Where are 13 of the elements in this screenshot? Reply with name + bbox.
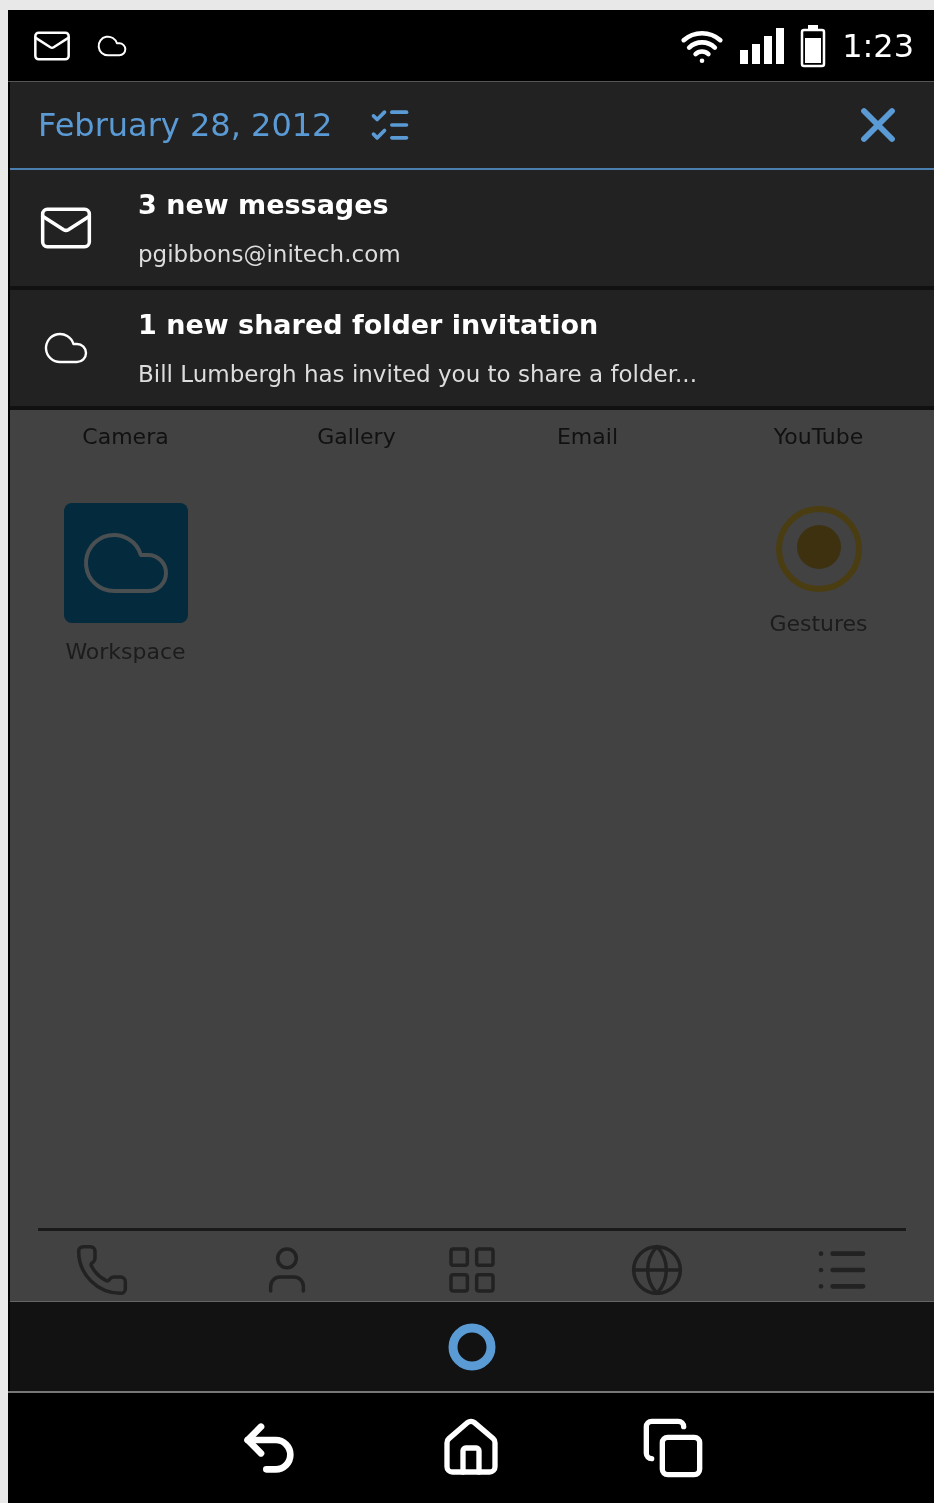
clock-time: 1:23 xyxy=(842,25,914,67)
notification-text: pgibbons@initech.com xyxy=(138,240,401,269)
ring-handle-icon[interactable] xyxy=(447,1321,497,1372)
notification-item[interactable]: 3 new messages pgibbons@initech.com xyxy=(10,170,934,290)
notification-item[interactable]: 1 new shared folder invitation Bill Lumbergh has invited you to share a folder... xyxy=(10,290,934,410)
notification-text: Bill Lumbergh has invited you to share a folder... xyxy=(138,360,697,389)
cloud-app-icon[interactable] xyxy=(63,503,188,623)
signal-icon xyxy=(740,27,785,64)
battery-icon xyxy=(800,23,827,68)
notification-title: 1 new shared folder invitation xyxy=(138,307,600,342)
date-text: February 28, 2012 xyxy=(38,105,333,146)
recent-apps-icon[interactable] xyxy=(641,1416,705,1480)
notification-title: 3 new messages xyxy=(138,187,390,222)
